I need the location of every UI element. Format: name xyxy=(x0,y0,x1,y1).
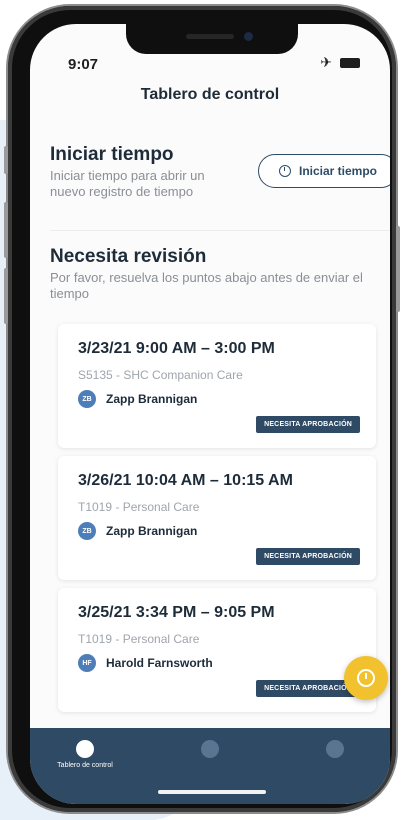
user-name: Zapp Brannigan xyxy=(106,392,198,406)
airplane-icon: ✈ xyxy=(320,54,332,70)
review-description: Por favor, resuelva los puntos abajo ant… xyxy=(50,270,363,301)
avatar: ZB xyxy=(78,522,96,540)
home-indicator xyxy=(158,790,266,794)
start-time-button-label: Iniciar tiempo xyxy=(298,164,378,178)
app-screen: 9:07 ✈ Tablero de control Iniciar tiempo… xyxy=(30,24,390,804)
review-card[interactable]: 3/25/21 3:34 PM – 9:05 PM T1019 - Person… xyxy=(58,588,376,712)
card-time: 3/23/21 9:00 AM – 3:00 PM xyxy=(78,340,275,357)
tab-dashboard[interactable]: Tablero de control xyxy=(40,740,130,769)
phone-frame: 9:07 ✈ Tablero de control Iniciar tiempo… xyxy=(4,6,400,812)
status-badge: NECESITA APROBACIÓN xyxy=(256,548,360,565)
mute-switch xyxy=(4,146,8,174)
card-time: 3/26/21 10:04 AM – 10:15 AM xyxy=(78,472,293,489)
volume-down-button xyxy=(4,268,8,324)
card-service: T1019 - Personal Care xyxy=(78,632,200,646)
tab-time[interactable] xyxy=(165,740,255,762)
volume-up-button xyxy=(4,202,8,258)
start-time-description: Iniciar tiempo para abrir un nuevo regis… xyxy=(50,168,205,199)
card-user: ZB Zapp Brannigan xyxy=(78,522,197,540)
card-service: S5135 - SHC Companion Care xyxy=(78,368,243,382)
review-title: Necesita revisión xyxy=(50,246,207,267)
card-user: HF Harold Farnsworth xyxy=(78,654,213,672)
avatar: HF xyxy=(78,654,96,672)
bottom-tab-bar: Tablero de control xyxy=(30,728,390,804)
divider xyxy=(50,230,390,231)
status-icons: ✈ xyxy=(320,54,360,71)
card-user: ZB Zapp Brannigan xyxy=(78,390,197,408)
start-time-button[interactable]: Iniciar tiempo xyxy=(258,154,390,188)
power-button xyxy=(396,226,400,312)
review-card[interactable]: 3/26/21 10:04 AM – 10:15 AM T1019 - Pers… xyxy=(58,456,376,580)
user-name: Harold Farnsworth xyxy=(106,656,213,670)
clock-icon xyxy=(357,669,375,687)
user-name: Zapp Brannigan xyxy=(106,524,198,538)
status-time: 9:07 xyxy=(68,56,99,73)
review-card[interactable]: 3/23/21 9:00 AM – 3:00 PM S5135 - SHC Co… xyxy=(58,324,376,448)
clock-icon xyxy=(201,740,219,758)
page-title: Tablero de control xyxy=(140,86,280,103)
camera xyxy=(244,32,253,41)
avatar: ZB xyxy=(78,390,96,408)
dashboard-icon xyxy=(76,740,94,758)
battery-icon xyxy=(340,57,360,68)
status-badge: NECESITA APROBACIÓN xyxy=(256,416,360,433)
tab-dashboard-label: Tablero de control xyxy=(57,762,113,769)
account-icon xyxy=(326,740,344,758)
card-time: 3/25/21 3:34 PM – 9:05 PM xyxy=(78,604,275,621)
start-timer-fab[interactable] xyxy=(344,656,388,700)
card-service: T1019 - Personal Care xyxy=(78,500,200,514)
clock-icon xyxy=(278,165,291,177)
notch xyxy=(126,24,298,54)
tab-account[interactable] xyxy=(290,740,380,762)
speaker xyxy=(186,34,234,39)
review-section: Necesita revisión Por favor, resuelva lo… xyxy=(50,246,370,302)
